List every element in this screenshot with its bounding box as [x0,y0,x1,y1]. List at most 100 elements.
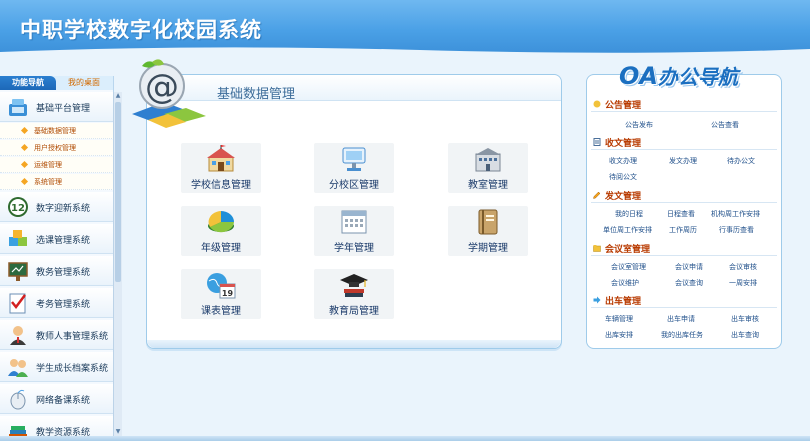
sidebar-item-enrollment[interactable]: 12 数字迎新系统 [0,192,113,222]
oa-link-work-calendar[interactable]: 工作周历 [669,225,697,235]
oa-link-dispatch-arrange[interactable]: 出库安排 [605,330,633,340]
oa-link-pending-docs[interactable]: 待办公文 [727,156,755,166]
sidebar-item-course-selection[interactable]: 选课管理系统 [0,224,113,254]
svg-text:12: 12 [11,203,25,214]
panel-heading: 基础数据管理 [217,87,296,102]
oa-link-dept-weekly[interactable]: 机构周工作安排 [711,209,760,219]
sidebar-subitem-basic-data[interactable]: 基础数据管理 [0,123,113,139]
platform-icon [9,99,27,116]
tile-grade[interactable]: 年级管理 [181,206,261,256]
oa-section-label: 收文管理 [605,139,642,149]
sidebar-item-hr[interactable]: 教师人事管理系统 [0,320,113,350]
oa-link-vehicle-manage[interactable]: 车辆管理 [605,314,633,324]
tile-timetable[interactable]: 19 课表管理 [181,269,261,319]
header-curve [0,47,810,56]
oa-link-notice-view[interactable]: 公告查看 [711,120,739,130]
scroll-down-icon[interactable]: ▼ [114,428,122,436]
divider [591,307,777,308]
divider [591,111,777,112]
oa-section-notice[interactable]: 公告管理 [591,97,777,111]
divider [591,255,777,256]
oa-link-meeting-query[interactable]: 会议查询 [675,278,703,288]
app-title: 中职学校数字化校园系统 [20,18,262,42]
scrollbar-thumb[interactable] [115,102,121,282]
oa-link-my-dispatch-tasks[interactable]: 我的出库任务 [661,330,703,340]
oa-link-notice-publish[interactable]: 公告发布 [625,120,653,130]
tile-school-year[interactable]: 学年管理 [314,206,394,256]
oa-section-incoming[interactable]: 收文管理 [591,135,777,149]
globe-calendar-icon: 19 [207,273,236,299]
footer-bar [0,436,810,441]
pie-chart-icon [208,211,234,233]
number-12-icon: 12 [8,197,28,217]
oa-section-label: 会议室管理 [605,245,651,255]
sidebar-item-exam[interactable]: 考务管理系统 [0,288,113,318]
sidebar-subitem-ops[interactable]: 运维管理 [0,157,113,173]
oa-link-outgoing-process[interactable]: 发文办理 [669,156,697,166]
tile-school-info[interactable]: 学校信息管理 [181,143,261,193]
oa-section-meeting-room[interactable]: 会议室管理 [591,241,777,255]
tile-branch-campus[interactable]: 分校区管理 [314,143,394,193]
tile-education-bureau[interactable]: 教育局管理 [314,269,394,319]
sidebar-scrollbar[interactable]: ▲ ▼ [113,92,122,437]
sidebar-item-label: 学生成长档案系统 [36,364,109,374]
school-building-icon [207,145,235,172]
tab-function-nav[interactable]: 功能导航 [0,76,56,90]
oa-section-label: 发文管理 [605,192,642,202]
sidebar-item-label: 网络备课系统 [36,396,91,406]
sidebar-item-label: 教师人事管理系统 [36,332,109,342]
tile-classroom[interactable]: 教室管理 [448,143,528,193]
oa-section-vehicle[interactable]: 出车管理 [591,293,777,307]
bullet-icon [20,160,29,169]
scroll-up-icon[interactable]: ▲ [114,92,122,100]
at-logo-icon: @ [132,59,206,128]
tile-label: 教育局管理 [329,306,379,317]
oa-link-unit-weekly[interactable]: 单位周工作安排 [603,225,652,235]
oa-link-meeting-room-manage[interactable]: 会议室管理 [611,262,646,272]
svg-text:@: @ [145,67,179,107]
oa-link-incoming-process[interactable]: 收文办理 [609,156,637,166]
oa-link-vehicle-apply[interactable]: 出车申请 [667,314,695,324]
sidebar-item-platform[interactable]: 基础平台管理 [0,92,113,122]
oa-link-schedule-view[interactable]: 日程查看 [667,209,695,219]
sidebar-subitem-label: 基础数据管理 [34,127,76,135]
oa-section-outgoing[interactable]: 发文管理 [591,188,777,202]
oa-link-events-view[interactable]: 行事历查看 [719,225,754,235]
divider [591,202,777,203]
sidebar-subitem-system[interactable]: 系统管理 [0,174,113,190]
bullet-icon [20,177,29,186]
sidebar-tabs: 功能导航 我的桌面 [0,76,113,90]
tile-label: 学年管理 [334,243,374,254]
tab-my-desktop[interactable]: 我的桌面 [58,76,110,90]
oa-section-label: 出车管理 [605,297,642,307]
oa-link-weekly-arrange[interactable]: 一周安排 [729,278,757,288]
users-icon [8,359,28,377]
oa-link-my-schedule[interactable]: 我的日程 [615,209,643,219]
tile-label: 教室管理 [468,180,508,191]
oa-link-meeting-maintain[interactable]: 会议维护 [611,278,639,288]
sidebar-item-academic[interactable]: 教务管理系统 [0,256,113,286]
oa-link-vehicle-review[interactable]: 出车审核 [731,314,759,324]
tile-label: 课表管理 [201,306,241,317]
oa-link-docs-to-read[interactable]: 待阅公文 [609,172,637,182]
sidebar-item-student-growth[interactable]: 学生成长档案系统 [0,352,113,382]
oa-link-vehicle-query[interactable]: 出车查询 [731,330,759,340]
checklist-icon [9,293,26,314]
oa-link-meeting-review[interactable]: 会议审核 [729,262,757,272]
sidebar-item-lesson-prep[interactable]: 网络备课系统 [0,384,113,414]
tile-semester[interactable]: 学期管理 [448,206,528,256]
tile-label: 分校区管理 [329,180,379,191]
blackboard-icon [8,262,28,281]
sidebar-item-label: 基础平台管理 [36,104,91,114]
sidebar-subitem-user-auth[interactable]: 用户授权管理 [0,140,113,156]
sidebar-subitem-label: 运维管理 [34,161,62,169]
app-header: 中职学校数字化校园系统 [0,0,810,56]
divider [591,149,777,150]
classroom-building-icon [475,148,501,172]
oa-link-meeting-apply[interactable]: 会议申请 [675,262,703,272]
calendar-day: 19 [222,289,234,298]
person-icon [10,326,26,345]
sidebar: 功能导航 我的桌面 基础平台管理 基础数据管理 用户授权管理 运维管理 系统管理… [0,76,114,441]
folder-icon [593,245,601,252]
oa-navigation-panel: OA办公导航 公告管理 公告发布 公告查看 收文管理 收文办理 发文办理 待办公… [586,62,782,349]
